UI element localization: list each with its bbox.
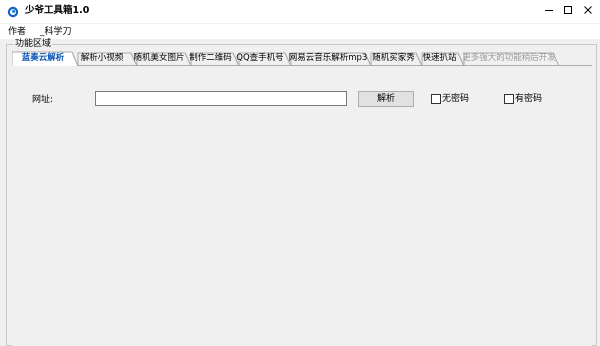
menu-bar: 作者 _科学刀 [0, 24, 600, 39]
minimize-button[interactable] [539, 0, 559, 20]
maximize-icon [564, 6, 572, 14]
tab-qq-phone[interactable]: QQ查手机号 [233, 51, 287, 65]
close-button[interactable] [578, 0, 598, 20]
tab-random-images[interactable]: 随机美女图片 [131, 51, 187, 65]
window-title: 少爷工具箱1.0 [25, 5, 90, 16]
url-input[interactable] [95, 91, 347, 106]
app-logo-icon [7, 6, 19, 18]
tab-qrcode[interactable]: 制作二维码 [185, 51, 236, 65]
menu-item-author[interactable]: 作者 [8, 26, 26, 38]
tab-buyer-show[interactable]: 随机买家秀 [368, 51, 419, 65]
close-icon [584, 6, 592, 14]
tab-short-video[interactable]: 解析小视频 [72, 51, 132, 65]
maximize-button[interactable] [558, 0, 578, 20]
tab-panel [12, 65, 592, 346]
has-password-label: 有密码 [515, 94, 543, 104]
title-bar: 少爷工具箱1.0 [0, 0, 600, 23]
parse-button[interactable]: 解析 [358, 91, 414, 107]
tab-strip: 蓝奏云解析 解析小视频 随机美女图片 制作二维码 QQ查手机号 网易云音乐解析m… [12, 51, 592, 67]
function-area-label: 功能区域 [14, 39, 53, 50]
tab-site-scrape[interactable]: 快速扒站 [418, 51, 461, 65]
tab-more-features: 更多强大的功能稍后开发 [462, 53, 556, 63]
minimize-icon [545, 10, 553, 11]
tab-lanzou-parse[interactable]: 蓝奏云解析 [14, 51, 72, 65]
tab-netease-mp3[interactable]: 网易云音乐解析mp3 [288, 51, 368, 65]
menu-item-kexuedao[interactable]: _科学刀 [40, 26, 72, 38]
no-password-label: 无密码 [442, 94, 470, 104]
no-password-checkbox[interactable] [431, 94, 441, 104]
has-password-checkbox[interactable] [504, 94, 514, 104]
app-window: 少爷工具箱1.0 作者 _科学刀 功能区域 蓝奏云解析 解析小视频 随机美女图片… [0, 0, 600, 346]
url-label: 网址: [32, 95, 54, 105]
